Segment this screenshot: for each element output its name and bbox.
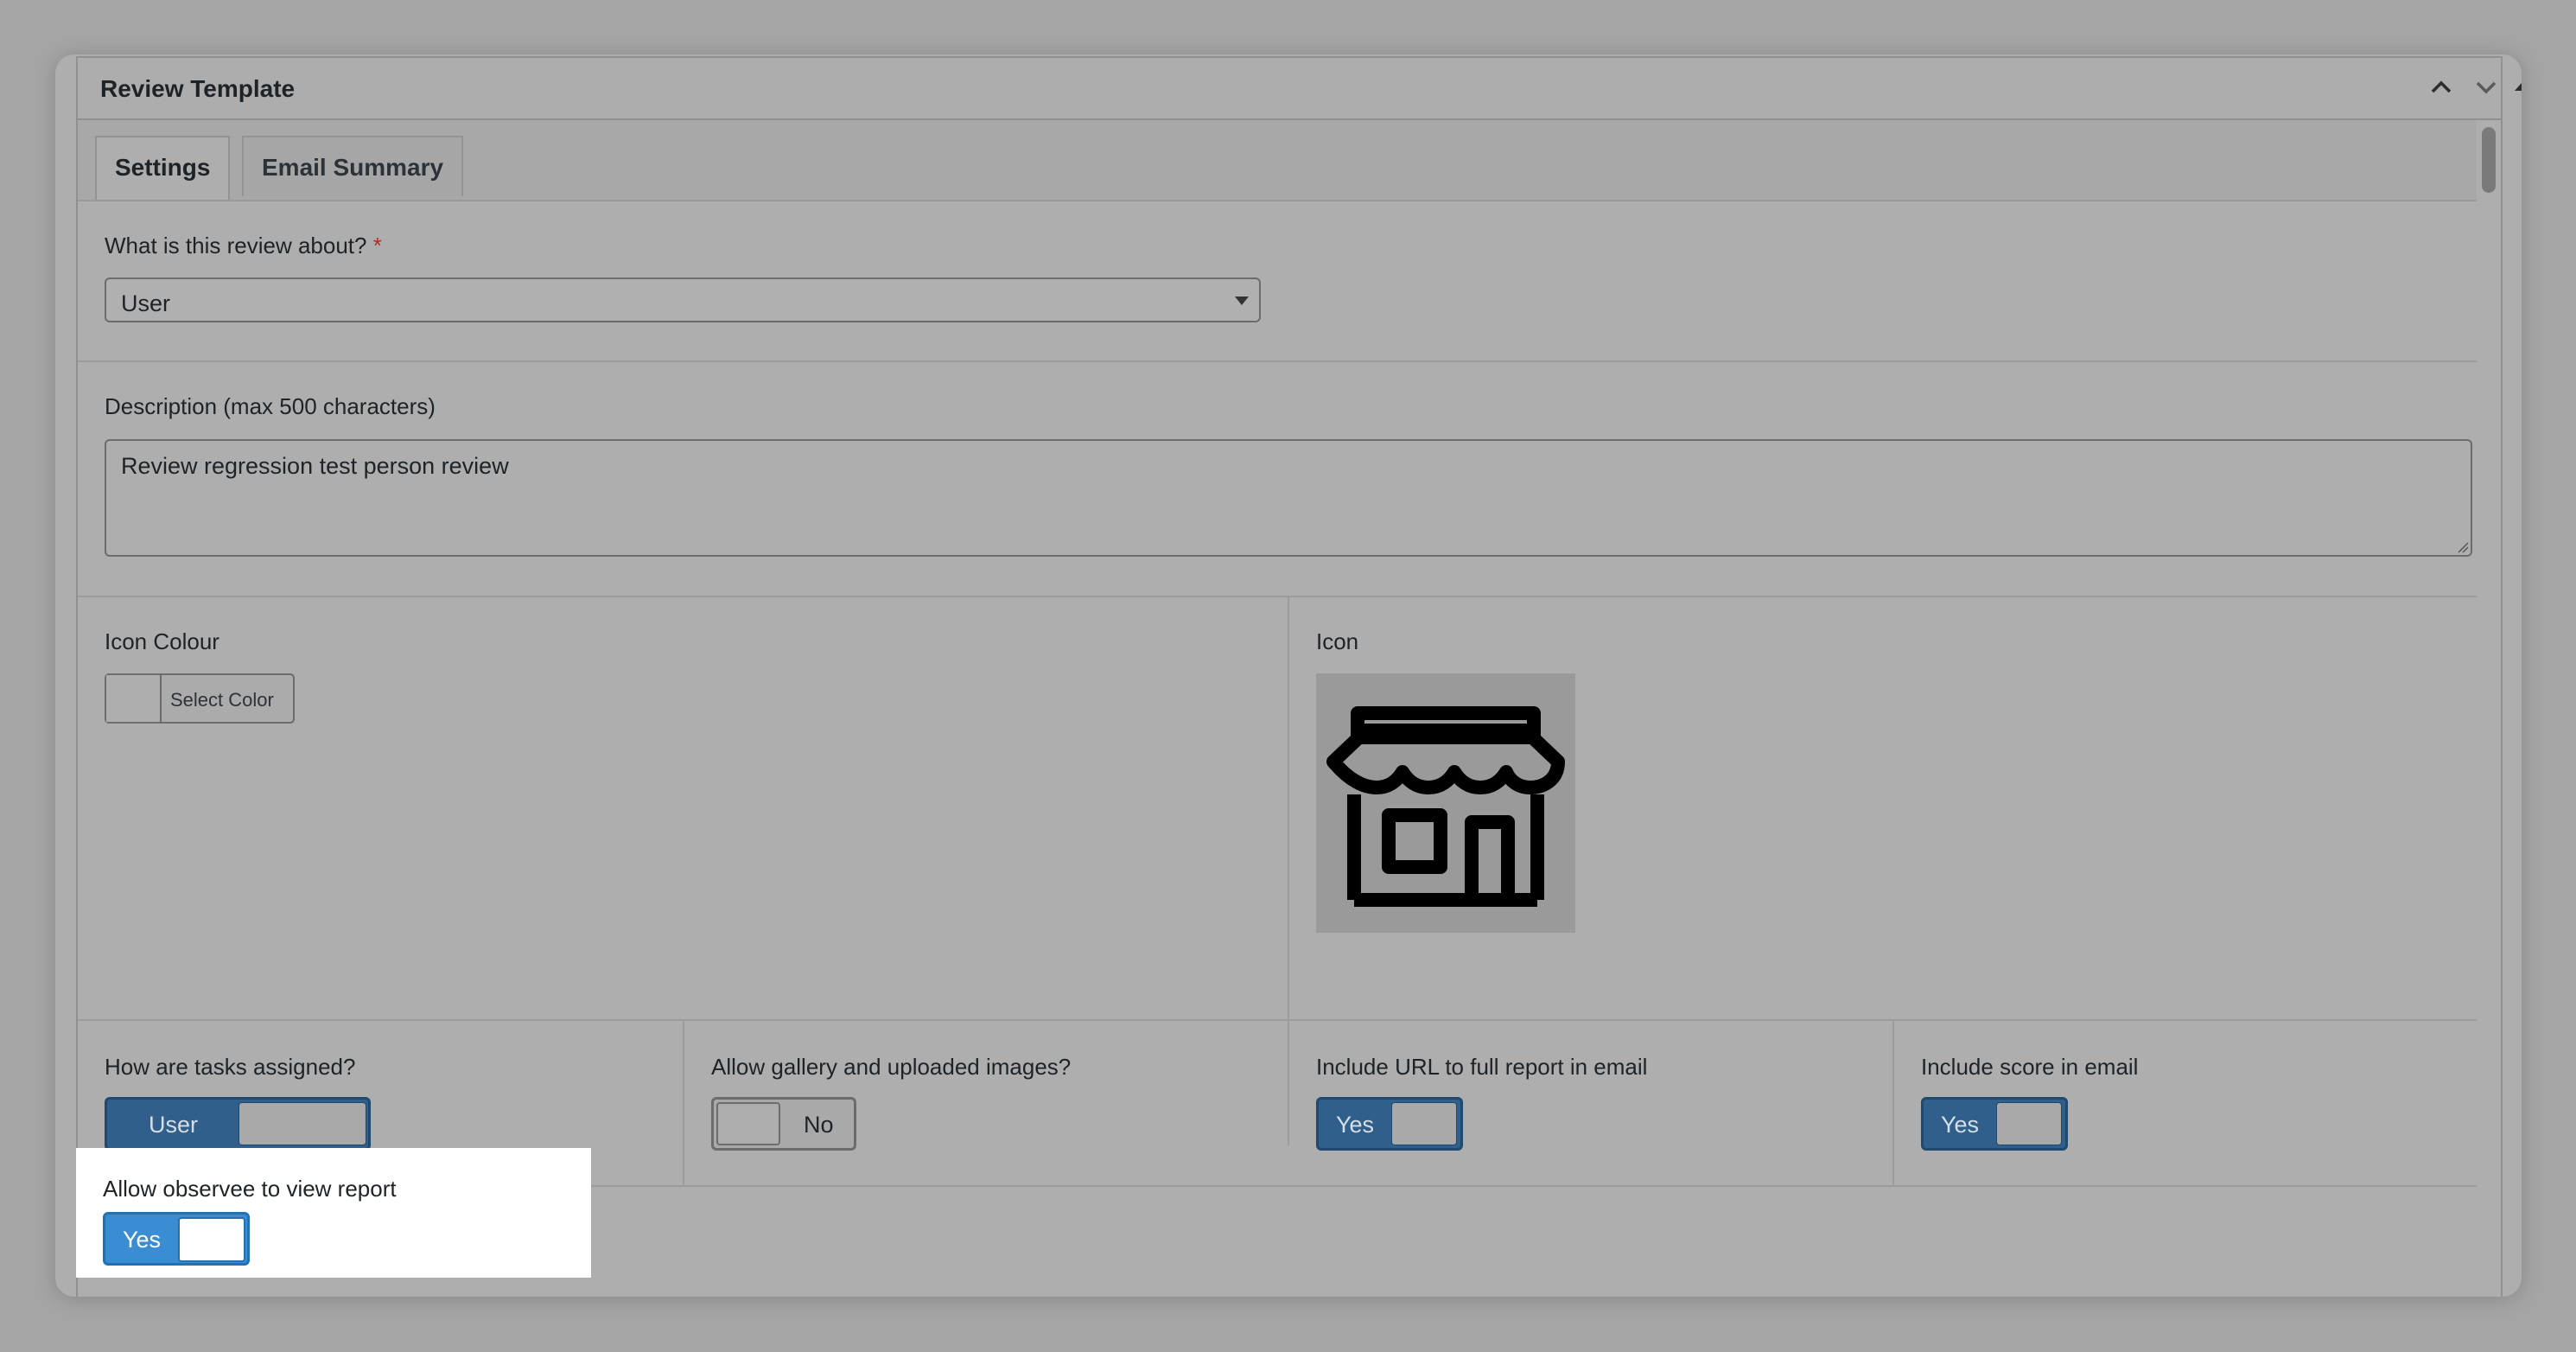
about-select-value: User bbox=[121, 290, 171, 316]
tasks-assigned-toggle[interactable]: User bbox=[105, 1097, 371, 1151]
column-divider bbox=[1892, 1021, 1894, 1185]
overlay-panel: Review Template Settings Email Summary W… bbox=[55, 54, 2522, 1297]
resize-handle-icon[interactable] bbox=[2457, 541, 2469, 553]
toggle-knob bbox=[716, 1102, 780, 1145]
required-mark: * bbox=[372, 233, 382, 258]
dropdown-arrow-icon bbox=[1235, 297, 1249, 305]
metabox-header: Review Template bbox=[78, 58, 2522, 120]
gallery-label: Allow gallery and uploaded images? bbox=[711, 1054, 1072, 1080]
toggle-knob bbox=[1391, 1102, 1457, 1145]
divider bbox=[78, 360, 2477, 362]
review-template-metabox: Review Template Settings Email Summary W… bbox=[76, 56, 2522, 1297]
toggle-knob bbox=[178, 1217, 245, 1262]
gallery-toggle[interactable]: No bbox=[711, 1097, 856, 1151]
icon-label: Icon bbox=[1316, 628, 1359, 654]
divider bbox=[78, 596, 2477, 597]
about-label: What is this review about? * bbox=[105, 233, 382, 259]
include-score-label: Include score in email bbox=[1921, 1054, 2139, 1080]
description-label: Description (max 500 characters) bbox=[105, 393, 436, 419]
toggle-value: Yes bbox=[123, 1227, 162, 1253]
toggle-value: No bbox=[804, 1112, 834, 1138]
chevron-down-icon[interactable] bbox=[2469, 70, 2503, 105]
toggle-value: User bbox=[149, 1112, 199, 1138]
triangle-up-icon[interactable] bbox=[2504, 70, 2522, 105]
include-score-toggle[interactable]: Yes bbox=[1921, 1097, 2068, 1151]
icon-colour-label: Icon Colour bbox=[105, 628, 219, 654]
tasks-assigned-label: How are tasks assigned? bbox=[105, 1054, 356, 1080]
about-select[interactable]: User bbox=[105, 277, 1261, 322]
include-url-toggle[interactable]: Yes bbox=[1316, 1097, 1463, 1151]
toggle-knob bbox=[1996, 1102, 2062, 1145]
metabox-title: Review Template bbox=[100, 75, 296, 102]
observee-view-highlight: Allow observee to view report Yes bbox=[76, 1148, 591, 1278]
include-url-label: Include URL to full report in email bbox=[1316, 1054, 1648, 1080]
toggle-value: Yes bbox=[1941, 1112, 1980, 1138]
toggle-knob bbox=[239, 1102, 366, 1145]
observee-view-label: Allow observee to view report bbox=[103, 1176, 397, 1202]
scrollbar[interactable] bbox=[2477, 120, 2501, 1297]
description-value: Review regression test person review bbox=[121, 453, 509, 479]
select-color-button[interactable]: Select Color bbox=[105, 673, 295, 724]
select-color-label: Select Color bbox=[170, 689, 274, 711]
tab-bar: Settings Email Summary bbox=[78, 120, 2477, 201]
tab-settings[interactable]: Settings bbox=[95, 136, 231, 200]
scrollbar-thumb[interactable] bbox=[2482, 127, 2496, 193]
divider bbox=[78, 1019, 2477, 1021]
column-divider bbox=[683, 1021, 684, 1185]
column-divider bbox=[1288, 597, 1289, 1145]
color-swatch bbox=[106, 675, 162, 722]
observee-view-toggle[interactable]: Yes bbox=[103, 1212, 250, 1266]
about-label-text: What is this review about? bbox=[105, 233, 367, 258]
toggle-value: Yes bbox=[1336, 1112, 1375, 1138]
chevron-up-icon[interactable] bbox=[2424, 70, 2458, 105]
icon-preview[interactable] bbox=[1316, 673, 1575, 933]
description-textarea[interactable]: Review regression test person review bbox=[105, 439, 2472, 557]
storefront-icon bbox=[1326, 706, 1565, 907]
tab-email-summary[interactable]: Email Summary bbox=[242, 136, 464, 196]
